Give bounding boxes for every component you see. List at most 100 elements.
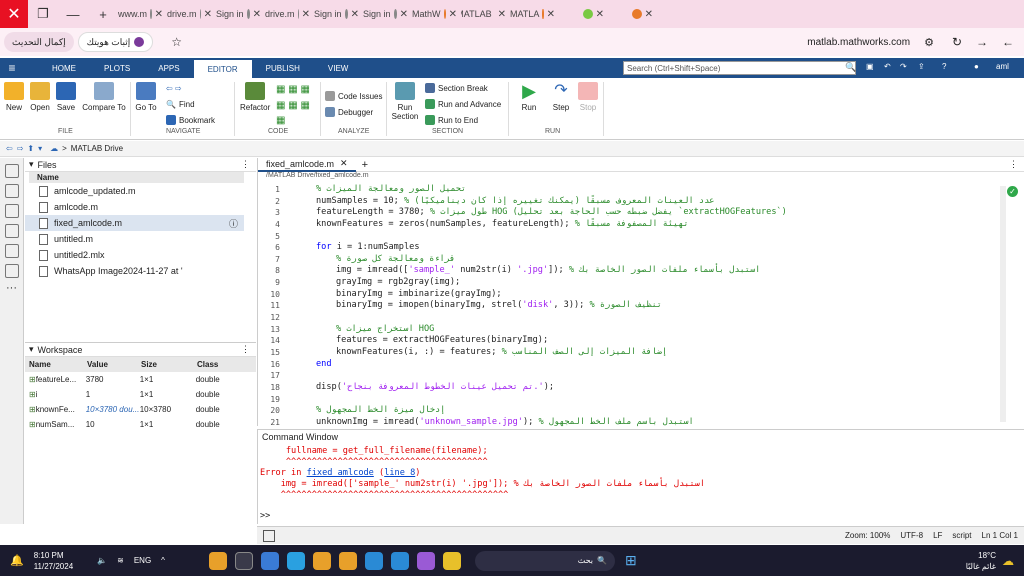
save-icon[interactable]: ▣ <box>866 62 874 71</box>
browser-tab[interactable]: www.m ✕ <box>118 0 167 28</box>
user-icon[interactable]: ● <box>974 62 979 71</box>
file-explorer-icon[interactable] <box>442 551 461 570</box>
site-info-icon[interactable]: ⚙ <box>924 36 934 49</box>
url-text[interactable]: matlab.mathworks.com <box>807 37 910 48</box>
path-folder[interactable]: MATLAB Drive <box>71 144 123 153</box>
tab-close-icon[interactable]: ✕ <box>351 9 359 20</box>
share-icon[interactable]: ⇪ <box>918 62 925 71</box>
code-line[interactable]: 19 <box>258 394 1024 406</box>
code-line[interactable]: 17 <box>258 370 1024 382</box>
code-line[interactable]: 15 knownFeatures(i, :) = features; % إضاف… <box>258 347 1024 359</box>
editor-menu-icon[interactable]: ⋮ <box>1009 159 1018 170</box>
file-list-item[interactable]: untitled2.mlx <box>25 247 256 263</box>
refactor-button[interactable]: Refactor <box>240 82 270 112</box>
window-close-button[interactable]: ✕ <box>0 0 28 28</box>
workspace-row[interactable]: ⊞ featureLe... 3780 1×1 double <box>25 372 256 387</box>
app-icon[interactable] <box>234 551 253 570</box>
code-line[interactable]: 5 <box>258 231 1024 243</box>
run-section-button[interactable]: Run Section <box>390 82 420 121</box>
code-line[interactable]: 18 disp('تم تحميل عينات الخطوط المعروفة ب… <box>258 382 1024 394</box>
browser-tab[interactable]: MathW ✕ <box>412 0 461 28</box>
tray-chevron-icon[interactable]: ^ <box>161 556 165 565</box>
workspace-panel-icon[interactable] <box>4 184 19 198</box>
code-line[interactable]: 13 % استخراج ميزات HOG <box>258 324 1024 336</box>
code-line[interactable]: 8 img = imread(['sample_' num2str(i) '.jp… <box>258 265 1024 277</box>
file-list-item[interactable]: amlcode_updated.m <box>25 183 256 199</box>
step-button[interactable]: ↷ Step <box>550 82 572 112</box>
code-line[interactable]: 14 features = extractHOGFeatures(binaryIm… <box>258 335 1024 347</box>
code-line[interactable]: 12 <box>258 312 1024 324</box>
error-line-link[interactable]: line 8 <box>384 468 415 478</box>
browser-tab[interactable]: Sign in ✕ <box>216 0 265 28</box>
notification-bell-icon[interactable]: 🔔 <box>10 554 24 567</box>
tab-close-icon[interactable]: ✕ <box>449 9 457 20</box>
menu-tab-apps[interactable]: APPS <box>144 58 193 78</box>
open-button[interactable]: Open <box>29 82 51 112</box>
window-minimize-button[interactable]: — <box>58 7 88 22</box>
browser-tab[interactable]: MATLAB ✕ <box>461 0 510 28</box>
addons-panel-icon[interactable] <box>4 224 19 238</box>
app-icon[interactable] <box>390 551 409 570</box>
browse-icon[interactable]: ▾ <box>38 144 42 153</box>
code-line[interactable]: 10 binaryImg = imbinarize(grayImg); <box>258 289 1024 301</box>
more-icon[interactable]: ··· <box>0 282 23 294</box>
code-line[interactable]: 9 grayImg = rgb2gray(img); <box>258 277 1024 289</box>
section-break-button[interactable]: Section Break <box>425 83 488 93</box>
redo-icon[interactable]: ↷ <box>900 62 907 71</box>
tab-close-icon[interactable]: ✕ <box>547 9 555 20</box>
goto-button[interactable]: Go To <box>134 82 158 112</box>
undo-icon[interactable]: ↶ <box>884 62 891 71</box>
nav-arrows[interactable]: ⇦ ⇨ <box>166 84 182 93</box>
close-tab-icon[interactable]: ✕ <box>340 158 348 169</box>
search-input[interactable]: Search (Ctrl+Shift+Space) <box>623 61 856 75</box>
app-icon[interactable] <box>312 551 331 570</box>
stop-button[interactable]: Stop <box>577 82 599 112</box>
help-icon[interactable]: ? <box>942 62 946 71</box>
workspace-row[interactable]: ⊞ i 1 1×1 double <box>25 387 256 402</box>
chrome-app-icon[interactable] <box>208 551 227 570</box>
save-button[interactable]: Save <box>55 82 77 112</box>
file-list-item[interactable]: untitled.m <box>25 231 256 247</box>
tab-close-icon[interactable]: ✕ <box>498 9 506 20</box>
command-window[interactable]: Command Window fullname = get_full_filen… <box>257 429 1024 524</box>
code-line[interactable]: 20 % إدخال ميزة الخط المجهول <box>258 405 1024 417</box>
panel-menu-icon[interactable]: ⋮ <box>241 159 250 170</box>
history-panel-icon[interactable] <box>4 204 19 218</box>
editor-tab[interactable]: fixed_amlcode.m ✕ <box>258 157 356 172</box>
bookmark-button[interactable]: Bookmark <box>166 115 215 125</box>
file-list-item[interactable]: amlcode.m <box>25 199 256 215</box>
browser-tab[interactable]: Sign in ✕ <box>314 0 363 28</box>
reload-icon[interactable]: ↻ <box>952 35 962 49</box>
browser-tab[interactable]: ✕ <box>559 0 608 28</box>
tab-close-icon[interactable]: ✕ <box>400 9 408 20</box>
code-line[interactable]: 7 % قراءة ومعالجة كل صورة <box>258 254 1024 266</box>
code-line[interactable]: 11 binaryImg = imopen(binaryImg, strel('d… <box>258 300 1024 312</box>
volume-icon[interactable]: 🔈 <box>97 556 107 565</box>
back-icon[interactable]: ← <box>1002 35 1014 49</box>
search-icon[interactable]: 🔍 <box>845 62 856 73</box>
browser-tab[interactable]: drive.m ✕ <box>265 0 314 28</box>
collapse-icon[interactable]: ▾ <box>29 159 34 170</box>
update-button[interactable]: إكمال التحديث <box>4 32 74 52</box>
code-line[interactable]: 21 unknownImg = imread('unknown_sample.jp… <box>258 417 1024 429</box>
code-line[interactable]: 6 for i = 1:numSamples <box>258 242 1024 254</box>
editor-scrollbar[interactable] <box>1000 186 1006 422</box>
project-panel-icon[interactable] <box>4 244 19 258</box>
menu-tab-plots[interactable]: PLOTS <box>90 58 144 78</box>
find-button[interactable]: 🔍 Find <box>166 100 195 109</box>
weather-widget[interactable]: 18°C غائم غالبًا <box>966 550 996 572</box>
menu-tab-home[interactable]: HOME <box>38 58 90 78</box>
code-tools-icons[interactable]: ▦ ▦ ▦ <box>276 84 310 95</box>
browser-tab[interactable]: MATLA ✕ <box>510 0 559 28</box>
edge-app-icon[interactable] <box>364 551 383 570</box>
browser-tab[interactable]: drive.m ✕ <box>167 0 216 28</box>
language-indicator[interactable]: ENG <box>134 556 151 565</box>
menu-tab-publish[interactable]: PUBLISH <box>252 58 314 78</box>
tab-close-icon[interactable]: ✕ <box>596 9 604 20</box>
telegram-app-icon[interactable] <box>286 551 305 570</box>
code-line[interactable]: 16 end <box>258 359 1024 371</box>
browser-tab[interactable]: ✕ <box>608 0 657 28</box>
run-to-end-button[interactable]: Run to End <box>425 115 478 125</box>
code-line[interactable]: 3 featureLength = 3780; % طول ميزات HOG (… <box>258 207 1024 219</box>
star-icon[interactable]: ☆ <box>171 35 182 49</box>
